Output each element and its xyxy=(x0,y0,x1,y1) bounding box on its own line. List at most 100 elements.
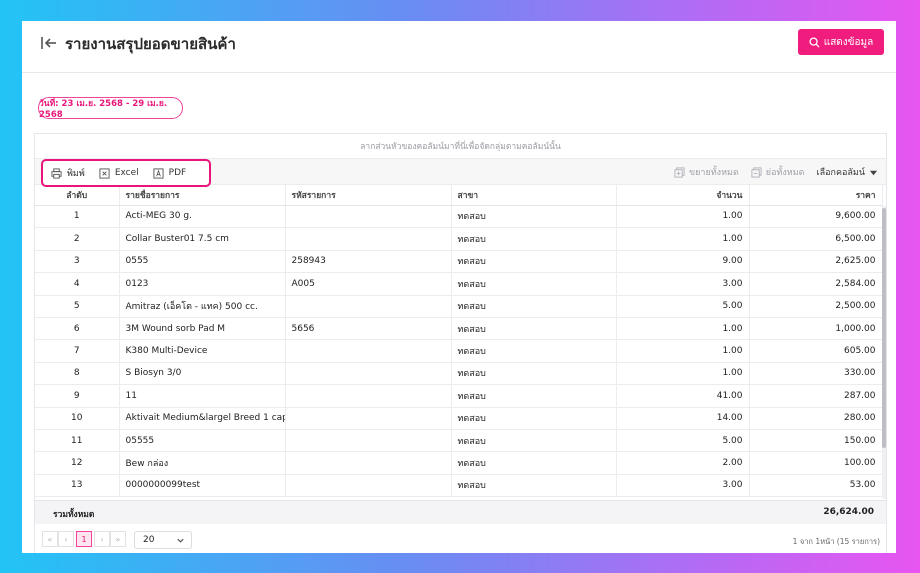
cell-item-name: Aktivait Medium&largel Breed 1 cap xyxy=(119,407,286,430)
pdf-label: PDF xyxy=(168,168,187,178)
table-row[interactable]: 6 3M Wound sorb Pad M 5656 ทดสอบ 1.00 1,000.0… xyxy=(35,317,883,341)
expand-all-button[interactable]: ขยายทั้งหมด xyxy=(674,165,739,179)
print-label: พิมพ์ xyxy=(67,169,85,179)
cell-quantity: 9.00 xyxy=(616,250,750,274)
cell-branch: ทดสอบ xyxy=(451,205,617,229)
cell-price: 9,600.00 xyxy=(749,205,883,229)
table-row[interactable]: 4 0123 A005 ทดสอบ 3.00 2,584.00 xyxy=(35,272,883,296)
last-page-button[interactable]: » xyxy=(110,531,126,547)
cell-price: 6,500.00 xyxy=(749,227,883,251)
grid-toolbar: พิมพ์ Excel PDF ขยายทั้งหมด ย่อทั้งหมด เ… xyxy=(35,159,886,187)
choose-columns-label: เลือกคอลัมน์ xyxy=(816,168,865,178)
cell-item-name: 11 xyxy=(119,384,286,408)
cell-price: 330.00 xyxy=(749,362,883,386)
column-header-branch[interactable]: สาขา xyxy=(451,185,617,206)
table-row[interactable]: 5 Amitraz (เอ็คโต - แทค) 500 cc. ทดสอบ 5.00… xyxy=(35,295,883,318)
choose-columns-button[interactable]: เลือกคอลัมน์ xyxy=(817,165,878,179)
cell-branch: ทดสอบ xyxy=(451,474,617,498)
cell-quantity: 1.00 xyxy=(616,227,750,251)
excel-icon xyxy=(99,167,110,179)
first-page-button[interactable]: « xyxy=(42,531,58,547)
table-row[interactable]: 11 05555 ทดสอบ 5.00 150.00 xyxy=(35,429,883,453)
cell-price: 53.00 xyxy=(749,474,883,498)
table-row[interactable]: 12 Bew กล่อง ทดสอบ 2.00 100.00 xyxy=(35,451,883,475)
cell-quantity: 1.00 xyxy=(616,339,750,363)
collapse-back-icon[interactable] xyxy=(40,34,58,52)
cell-item-code: 258943 xyxy=(285,250,452,274)
table-row[interactable]: 10 Aktivait Medium&largel Breed 1 cap ทดสอ… xyxy=(35,407,883,430)
table-row[interactable]: 9 11 ทดสอบ 41.00 287.00 xyxy=(35,384,883,408)
table-row[interactable]: 2 Collar Buster01 7.5 cm ทดสอบ 1.00 6,500.00 xyxy=(35,227,883,251)
column-header-quantity[interactable]: จำนวน xyxy=(616,185,750,206)
cell-item-name: Amitraz (เอ็คโต - แทค) 500 cc. xyxy=(119,295,286,318)
table-row[interactable]: 13 0000000099test ทดสอบ 3.00 53.00 xyxy=(35,474,883,498)
cell-branch: ทดสอบ xyxy=(451,295,617,318)
cell-item-code xyxy=(285,407,452,430)
page-1-button[interactable]: 1 xyxy=(76,531,92,547)
report-grid: ลากส่วนหัวของคอลัมน์มาที่นี่เพื่อจัดกลุ่… xyxy=(34,133,887,553)
cell-no: 6 xyxy=(35,317,120,341)
cell-item-code xyxy=(285,339,452,363)
grid-body-table: 1 Acti-MEG 30 g. ทดสอบ 1.00 9,600.00 2 Collar … xyxy=(35,205,883,498)
cell-branch: ทดสอบ xyxy=(451,429,617,453)
cell-no: 8 xyxy=(35,362,120,386)
cell-quantity: 1.00 xyxy=(616,317,750,341)
cell-item-name: K380 Multi-Device xyxy=(119,339,286,363)
cell-branch: ทดสอบ xyxy=(451,407,617,430)
grid-header-table: ลำดับ รายชื่อรายการ รหัสรายการ สาขา จำนว… xyxy=(35,185,883,206)
cell-item-code xyxy=(285,205,452,229)
grid-body: 1 Acti-MEG 30 g. ทดสอบ 1.00 9,600.00 2 Collar … xyxy=(35,205,886,499)
date-range-chip[interactable]: วันที่: 23 เม.ย. 2568 - 29 เม.ย. 2568 xyxy=(38,97,183,120)
table-row[interactable]: 3 0555 258943 ทดสอบ 9.00 2,625.00 xyxy=(35,250,883,274)
cell-item-name: S Biosyn 3/0 xyxy=(119,362,286,386)
collapse-icon xyxy=(751,166,762,178)
cell-quantity: 1.00 xyxy=(616,205,750,229)
export-buttons-group: พิมพ์ Excel PDF xyxy=(41,159,211,187)
cell-item-name: 0123 xyxy=(119,272,286,296)
group-drop-area[interactable]: ลากส่วนหัวของคอลัมน์มาที่นี่เพื่อจัดกลุ่… xyxy=(35,134,886,159)
next-page-button[interactable]: › xyxy=(94,531,110,547)
page-title: รายงานสรุปยอดขายสินค้า xyxy=(65,35,236,53)
table-row[interactable]: 1 Acti-MEG 30 g. ทดสอบ 1.00 9,600.00 xyxy=(35,205,883,229)
page-size-value: 20 xyxy=(143,535,155,545)
cell-item-name: 0555 xyxy=(119,250,286,274)
cell-quantity: 14.00 xyxy=(616,407,750,430)
pdf-icon xyxy=(153,167,164,179)
page-info: 1 จาก 1หน้า (15 รายการ) xyxy=(792,537,880,546)
cell-item-code xyxy=(285,362,452,386)
prev-page-button[interactable]: ‹ xyxy=(58,531,74,547)
cell-item-code xyxy=(285,295,452,318)
cell-no: 11 xyxy=(35,429,120,453)
cell-item-name: 0000000099test xyxy=(119,474,286,498)
cell-no: 3 xyxy=(35,250,120,274)
cell-no: 12 xyxy=(35,451,120,475)
pdf-button[interactable]: PDF xyxy=(153,167,187,179)
excel-button[interactable]: Excel xyxy=(99,167,139,179)
excel-label: Excel xyxy=(114,168,139,178)
cell-item-code xyxy=(285,451,452,475)
show-data-label: แสดงข้อมูล xyxy=(823,36,874,48)
cell-item-name: 3M Wound sorb Pad M xyxy=(119,317,286,341)
header-row: ลำดับ รายชื่อรายการ รหัสรายการ สาขา จำนว… xyxy=(35,185,883,206)
cell-price: 2,625.00 xyxy=(749,250,883,274)
column-header-item-code[interactable]: รหัสรายการ xyxy=(285,185,452,206)
chevron-down-icon xyxy=(177,538,184,543)
cell-branch: ทดสอบ xyxy=(451,362,617,386)
column-header-item-name[interactable]: รายชื่อรายการ xyxy=(119,185,286,206)
summary-label: รวมทั้งหมด xyxy=(53,510,95,520)
grid-scrollbar-thumb[interactable] xyxy=(882,207,886,448)
collapse-all-button[interactable]: ย่อทั้งหมด xyxy=(751,165,805,179)
print-button[interactable]: พิมพ์ xyxy=(51,166,85,180)
printer-icon xyxy=(51,167,62,179)
column-header-price[interactable]: ราคา xyxy=(749,185,883,206)
caret-down-icon xyxy=(869,170,878,175)
table-row[interactable]: 8S Biosyn 3/0 ทดสอบ 1.00 330.00 xyxy=(35,362,883,386)
cell-branch: ทดสอบ xyxy=(451,250,617,274)
column-header-no[interactable]: ลำดับ xyxy=(35,185,120,206)
grid-scrollbar[interactable] xyxy=(882,205,886,499)
page-size-select[interactable]: 20 xyxy=(134,531,192,549)
pagination-bar: « ‹ 1 › » 20 1 จาก 1หน้า (15 รายการ) xyxy=(22,526,896,550)
cell-price: 280.00 xyxy=(749,407,883,430)
table-row[interactable]: 7 K380 Multi-Device ทดสอบ 1.00 605.00 xyxy=(35,339,883,363)
show-data-button[interactable]: แสดงข้อมูล xyxy=(798,29,884,55)
